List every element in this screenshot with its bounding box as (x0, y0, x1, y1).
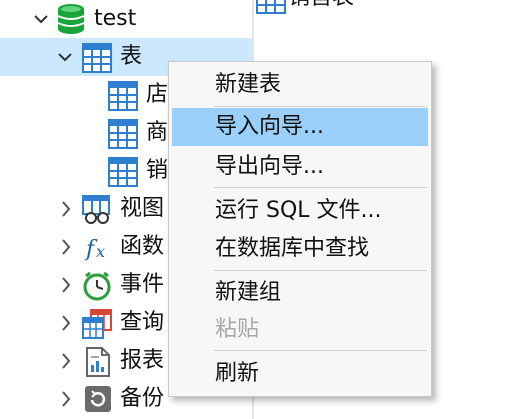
chevron-down-icon[interactable] (34, 10, 48, 28)
chevron-right-icon[interactable] (60, 314, 72, 332)
tree-item-label: 视图 (120, 196, 165, 221)
menu-separator (214, 187, 427, 188)
context-menu: 新建表 导入向导... 导出向导... 运行 SQL 文件... 在数据库中查找… (168, 61, 432, 397)
menu-item-new-table[interactable]: 新建表 (172, 66, 428, 104)
menu-item-find-in-database[interactable]: 在数据库中查找 (172, 230, 428, 268)
tree-item-label: 报表 (120, 348, 165, 373)
menu-item-label: 在数据库中查找 (215, 236, 370, 261)
table-icon (82, 43, 112, 73)
menu-item-paste: 粘贴 (172, 311, 428, 349)
chevron-right-icon[interactable] (60, 276, 72, 294)
menu-item-label: 导入向导... (215, 114, 324, 139)
tree-item-label: 商 (146, 120, 169, 145)
menu-item-refresh[interactable]: 刷新 (172, 355, 428, 393)
menu-item-label: 新建组 (215, 280, 282, 305)
menu-item-new-group[interactable]: 新建组 (172, 274, 428, 312)
tree-item-test[interactable]: test (0, 0, 252, 38)
report-icon (84, 347, 114, 377)
menu-separator (214, 350, 427, 351)
tree-item-label: 销 (146, 158, 169, 183)
chevron-right-icon[interactable] (60, 200, 72, 218)
table-icon (256, 0, 286, 14)
table-icon (108, 119, 138, 149)
svg-text:x: x (96, 242, 105, 261)
backup-icon (84, 385, 114, 415)
menu-item-label: 粘贴 (215, 317, 260, 342)
menu-item-run-sql-file[interactable]: 运行 SQL 文件... (172, 192, 428, 230)
chevron-right-icon[interactable] (60, 238, 72, 256)
object-item-sales-table[interactable]: 销售表 (254, 0, 394, 16)
table-icon (108, 157, 138, 187)
tree-item-label: 表 (120, 44, 143, 69)
menu-item-import-wizard[interactable]: 导入向导... (172, 108, 428, 146)
chevron-right-icon[interactable] (60, 390, 72, 408)
menu-item-label: 新建表 (215, 72, 282, 97)
function-icon: f x (84, 233, 114, 263)
query-icon (82, 309, 112, 339)
tree-item-label: 备份 (120, 386, 165, 411)
menu-separator (214, 270, 427, 271)
database-icon (56, 3, 86, 34)
table-icon (108, 81, 138, 111)
menu-item-export-wizard[interactable]: 导出向导... (172, 148, 428, 186)
menu-separator (214, 106, 427, 107)
menu-item-label: 刷新 (215, 361, 260, 386)
menu-item-label: 导出向导... (215, 154, 324, 179)
tree-item-label: 店 (146, 82, 169, 107)
tree-item-label: test (94, 6, 137, 31)
view-icon (82, 195, 112, 225)
tree-item-label: 事件 (120, 272, 165, 297)
clock-icon (82, 271, 112, 301)
chevron-right-icon[interactable] (60, 352, 72, 370)
chevron-down-icon[interactable] (58, 48, 72, 66)
menu-item-label: 运行 SQL 文件... (215, 198, 382, 223)
tree-item-label: 查询 (120, 310, 165, 335)
tree-item-label: 函数 (120, 234, 165, 259)
object-item-label: 销售表 (288, 0, 354, 12)
